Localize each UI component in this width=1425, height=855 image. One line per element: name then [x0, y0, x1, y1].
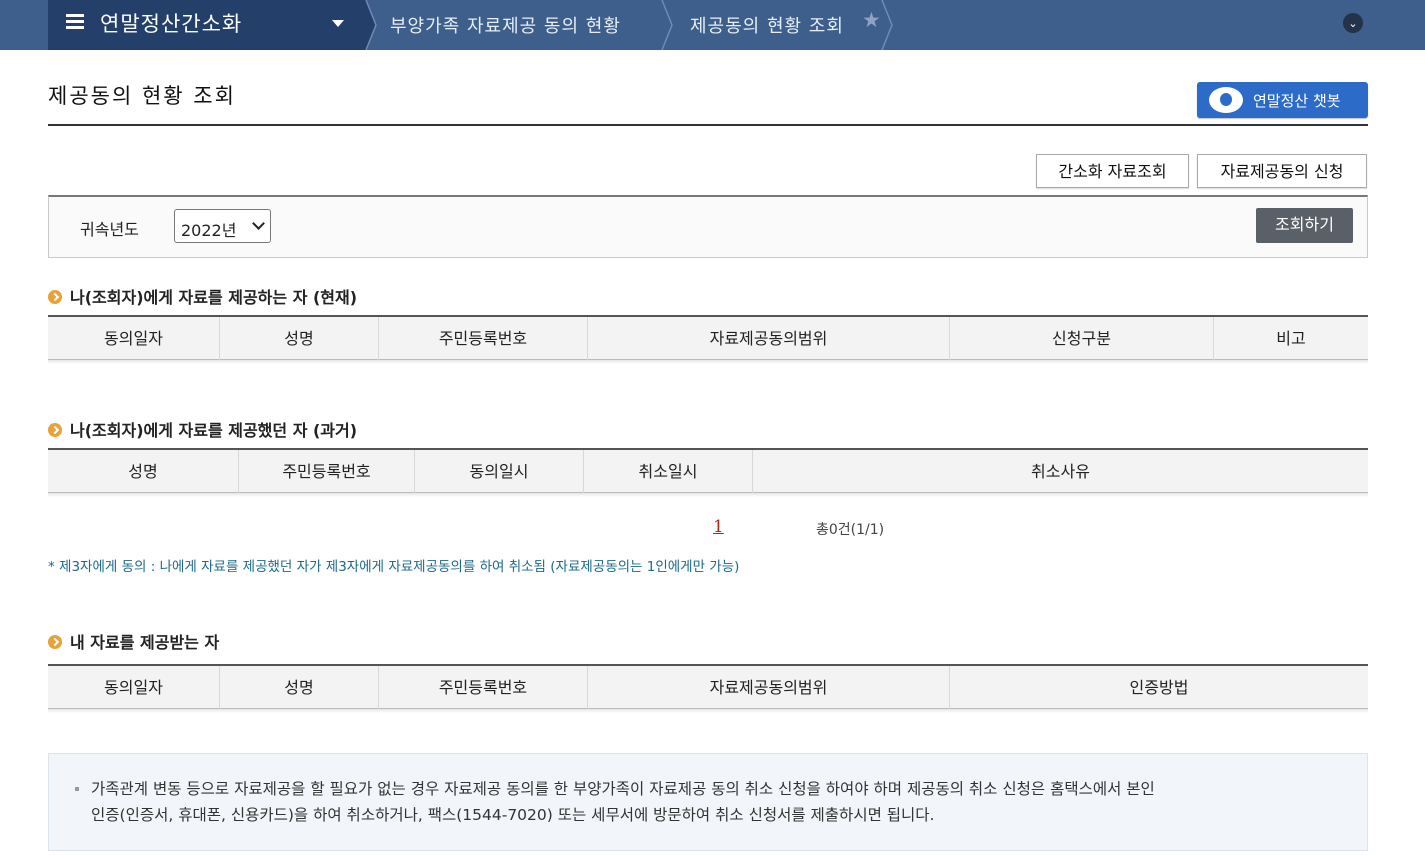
- column-header[interactable]: 취소일시: [584, 450, 753, 493]
- column-header[interactable]: 주민등록번호: [379, 666, 588, 709]
- arrow-bullet-icon: [48, 290, 62, 304]
- chevron-down-icon: [252, 217, 265, 230]
- section-title-text: 나(조회자)에게 자료를 제공했던 자 (과거): [70, 421, 358, 440]
- section-title-text: 내 자료를 제공받는 자: [70, 633, 220, 652]
- chatbot-logo-icon: [1209, 87, 1243, 113]
- info-notice-box: 가족관계 변동 등으로 자료제공을 할 필요가 없는 경우 자료제공 동의를 한…: [48, 753, 1368, 851]
- column-header[interactable]: 신청구분: [950, 317, 1214, 360]
- column-header[interactable]: 성명: [220, 666, 379, 709]
- column-header[interactable]: 주민등록번호: [379, 317, 588, 360]
- table-header-current-providers: 동의일자 성명 주민등록번호 자료제공동의범위 신청구분 비고: [48, 315, 1368, 360]
- column-header[interactable]: 성명: [220, 317, 379, 360]
- info-line: 인증(인증서, 휴대폰, 신용카드)을 하여 취소하거나, 팩스(1544-70…: [91, 806, 935, 824]
- chevron-down-icon[interactable]: ⌄: [1343, 13, 1363, 33]
- column-header[interactable]: 자료제공동의범위: [588, 666, 950, 709]
- column-header[interactable]: 동의일시: [415, 450, 584, 493]
- square-bullet-icon: [75, 787, 79, 791]
- menu-icon[interactable]: [66, 14, 84, 30]
- search-button[interactable]: 조회하기: [1256, 208, 1353, 243]
- table-body-empty: [48, 360, 1368, 364]
- star-icon[interactable]: ★: [862, 8, 881, 32]
- table-body-empty: [48, 709, 1368, 713]
- search-panel: 귀속년도 2022년 조회하기: [48, 195, 1368, 258]
- pagination-total-count: 총0건(1/1): [816, 522, 885, 538]
- breadcrumb-separator-icon: [362, 0, 377, 50]
- column-header[interactable]: 성명: [48, 450, 239, 493]
- section-title-text: 나(조회자)에게 자료를 제공하는 자 (현재): [70, 288, 358, 307]
- table-header-my-data-recipients: 동의일자 성명 주민등록번호 자료제공동의범위 인증방법: [48, 664, 1368, 709]
- breadcrumb-separator-icon: [661, 0, 673, 50]
- breadcrumb-item-consent-status[interactable]: 부양가족 자료제공 동의 현황: [390, 12, 621, 38]
- table-header-past-providers: 성명 주민등록번호 동의일시 취소일시 취소사유: [48, 448, 1368, 493]
- column-header[interactable]: 비고: [1214, 317, 1368, 360]
- pagination-page-link[interactable]: 1: [713, 517, 724, 537]
- year-select-value: 2022년: [181, 221, 237, 240]
- year-label: 귀속년도: [80, 220, 139, 239]
- top-nav-bar: 연말정산간소화 부양가족 자료제공 동의 현황 제공동의 현황 조회 ★ ⌄: [0, 0, 1425, 50]
- simplified-lookup-button[interactable]: 간소화 자료조회: [1036, 154, 1189, 188]
- column-header[interactable]: 자료제공동의범위: [588, 317, 950, 360]
- info-line: 가족관계 변동 등으로 자료제공을 할 필요가 없는 경우 자료제공 동의를 한…: [91, 780, 1155, 798]
- page-title: 제공동의 현황 조회: [48, 84, 236, 108]
- breadcrumb-separator-icon: [881, 0, 893, 50]
- section-past-providers-title: 나(조회자)에게 자료를 제공했던 자 (과거): [48, 417, 357, 441]
- breadcrumb-item-current[interactable]: 제공동의 현황 조회: [690, 12, 844, 38]
- table-body-empty: [48, 493, 1368, 497]
- section-current-providers-title: 나(조회자)에게 자료를 제공하는 자 (현재): [48, 284, 357, 308]
- column-header[interactable]: 인증방법: [950, 666, 1368, 709]
- breadcrumb-home-title[interactable]: 연말정산간소화: [100, 8, 242, 38]
- caret-down-icon[interactable]: [332, 20, 344, 27]
- chatbot-label: 연말정산 챗봇: [1253, 92, 1341, 110]
- chatbot-button[interactable]: 연말정산 챗봇: [1197, 82, 1368, 118]
- year-select[interactable]: 2022년: [174, 209, 271, 243]
- arrow-bullet-icon: [48, 635, 62, 649]
- column-header[interactable]: 동의일자: [48, 317, 220, 360]
- column-header[interactable]: 주민등록번호: [239, 450, 415, 493]
- section-my-data-recipients-title: 내 자료를 제공받는 자: [48, 629, 219, 653]
- column-header[interactable]: 동의일자: [48, 666, 220, 709]
- title-divider: [48, 124, 1368, 126]
- third-party-consent-note: * 제3자에게 동의 : 나에게 자료를 제공했던 자가 제3자에게 자료제공동…: [48, 559, 740, 575]
- info-notice-text: 가족관계 변동 등으로 자료제공을 할 필요가 없는 경우 자료제공 동의를 한…: [91, 776, 1341, 828]
- consent-apply-button[interactable]: 자료제공동의 신청: [1197, 154, 1367, 188]
- column-header[interactable]: 취소사유: [753, 450, 1368, 493]
- arrow-bullet-icon: [48, 423, 62, 437]
